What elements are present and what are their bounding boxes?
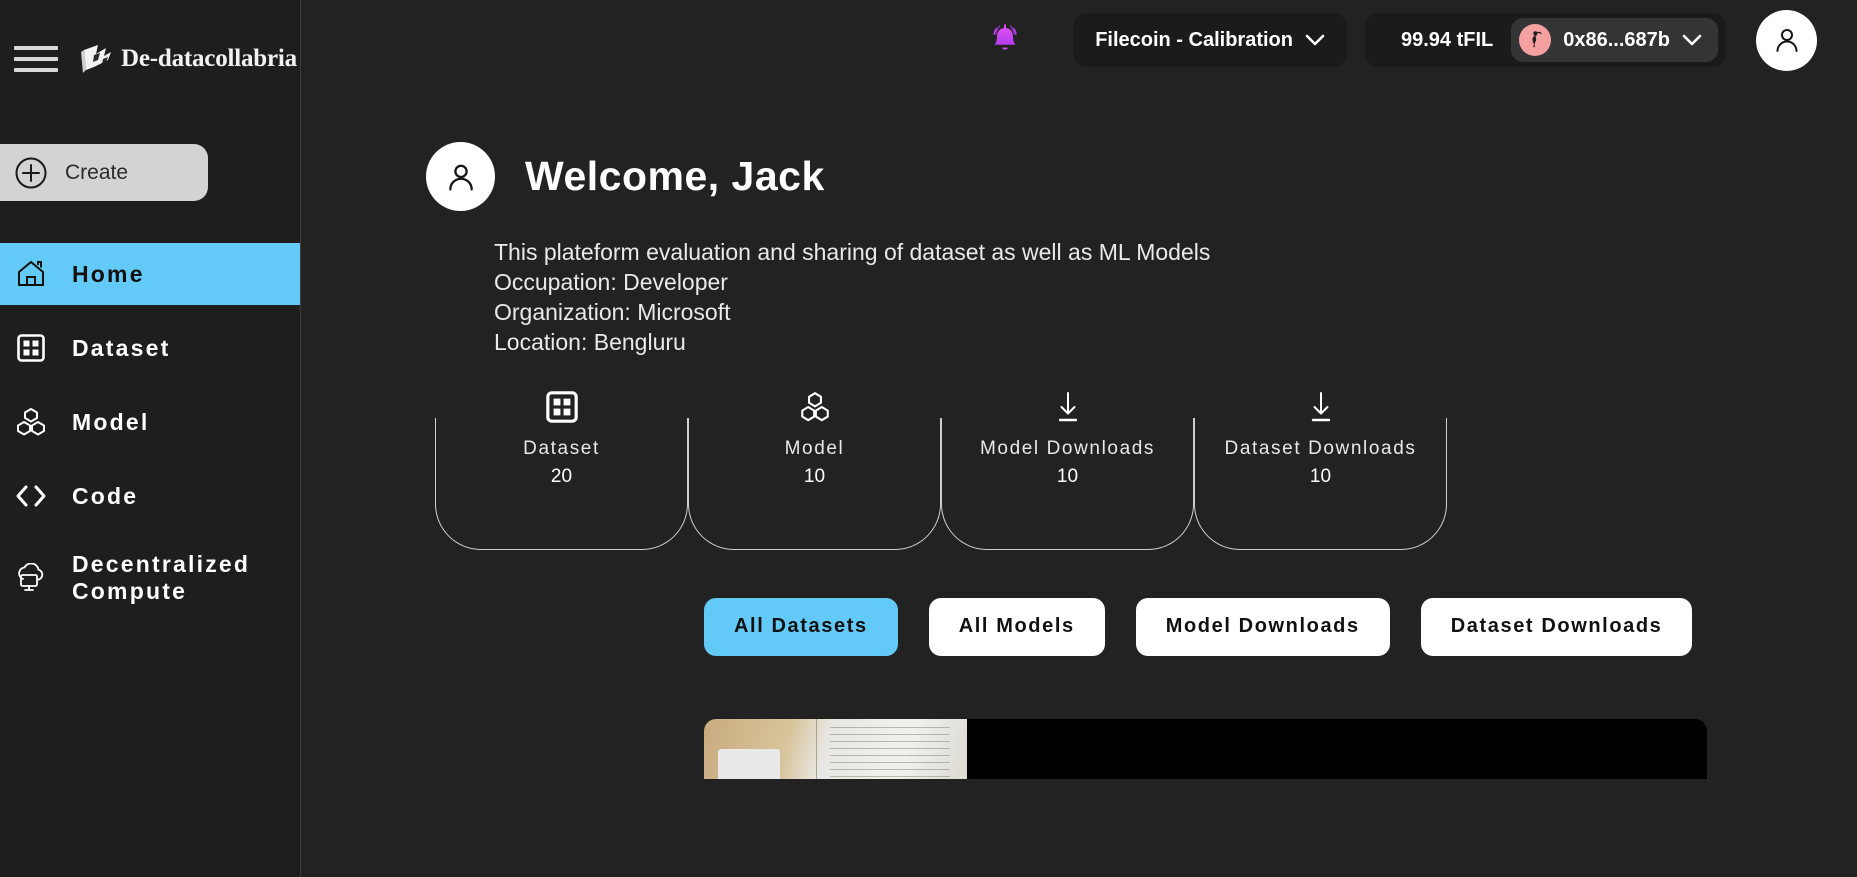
stat-value: 10 bbox=[1309, 465, 1332, 487]
stat-label: Model bbox=[784, 437, 845, 459]
wallet-balance: 99.94 tFIL bbox=[1400, 28, 1494, 51]
stat-label: Dataset Downloads bbox=[1224, 437, 1417, 459]
sidebar-item-model[interactable]: Model bbox=[0, 391, 300, 453]
filter-label: Model Downloads bbox=[1165, 615, 1360, 637]
profile-avatar bbox=[426, 142, 495, 211]
welcome-row: Welcome, Jack bbox=[426, 142, 1857, 211]
profile-line-occupation: Occupation: Developer bbox=[494, 268, 728, 295]
sidebar-item-home[interactable]: Home bbox=[0, 243, 300, 305]
thumbnail-object bbox=[718, 749, 780, 779]
dataset-card-preview[interactable] bbox=[704, 719, 1707, 779]
brand-logo[interactable]: De-datacollabria bbox=[80, 43, 297, 75]
sidebar-item-label: Dataset bbox=[72, 334, 171, 361]
stat-label: Dataset bbox=[523, 437, 600, 459]
app-root: De-datacollabria Create Home Dataset Mod… bbox=[0, 0, 1857, 877]
sidebar-item-decentralized-compute[interactable]: Decentralized Compute bbox=[0, 539, 300, 617]
create-button-label: Create bbox=[65, 160, 129, 184]
grid-icon bbox=[14, 331, 48, 365]
sidebar: De-datacollabria Create Home Dataset Mod… bbox=[0, 0, 301, 877]
stat-value: 10 bbox=[1056, 465, 1079, 487]
bell-icon[interactable] bbox=[985, 19, 1025, 61]
stat-card-dataset[interactable]: Dataset 20 bbox=[435, 390, 688, 550]
topbar: Filecoin - Calibration 99.94 tFIL 0x86..… bbox=[301, 0, 1857, 80]
filter-model-downloads[interactable]: Model Downloads bbox=[1135, 597, 1390, 656]
sidebar-item-label: Model bbox=[72, 408, 150, 435]
plus-circle-icon bbox=[14, 156, 48, 190]
page-title: Welcome, Jack bbox=[525, 153, 825, 199]
profile-line-location: Location: Bengluru bbox=[494, 328, 686, 355]
user-avatar-icon bbox=[443, 159, 479, 195]
sidebar-item-label: Decentralized Compute bbox=[72, 551, 251, 604]
chevron-down-icon bbox=[1305, 34, 1325, 47]
flamingo-icon bbox=[1519, 24, 1552, 56]
account-avatar[interactable] bbox=[1756, 9, 1817, 71]
create-button[interactable]: Create bbox=[0, 144, 208, 201]
network-label: Filecoin - Calibration bbox=[1095, 28, 1293, 51]
stats-row: Dataset 20 Model 10 Model Downloads 10 D… bbox=[435, 390, 1857, 550]
stat-value: 20 bbox=[550, 465, 573, 487]
brand-name: De-datacollabria bbox=[121, 45, 297, 72]
cloud-monitor-icon bbox=[14, 561, 48, 595]
brand-row: De-datacollabria bbox=[0, 0, 300, 118]
filter-all-models[interactable]: All Models bbox=[928, 597, 1105, 656]
filter-all-datasets[interactable]: All Datasets bbox=[704, 597, 898, 656]
filter-dataset-downloads[interactable]: Dataset Downloads bbox=[1420, 597, 1693, 656]
user-avatar-icon bbox=[1771, 24, 1803, 56]
stat-card-model[interactable]: Model 10 bbox=[688, 391, 941, 550]
cubes-icon bbox=[14, 405, 48, 439]
download-icon bbox=[1306, 390, 1336, 424]
sidebar-item-label: Home bbox=[72, 260, 145, 287]
sidebar-item-label: Code bbox=[72, 482, 139, 509]
thumbnail-page-lines bbox=[830, 727, 950, 779]
wallet-address: 0x86...687b bbox=[1563, 28, 1670, 51]
code-brackets-icon bbox=[14, 479, 48, 513]
sidebar-nav: Home Dataset Model Code Decentralized Co… bbox=[0, 243, 300, 617]
flag-logo-icon bbox=[80, 43, 114, 75]
network-selector[interactable]: Filecoin - Calibration bbox=[1073, 13, 1347, 67]
profile-details: This plateform evaluation and sharing of… bbox=[494, 237, 1857, 358]
sidebar-item-dataset[interactable]: Dataset bbox=[0, 317, 300, 379]
sidebar-item-code[interactable]: Code bbox=[0, 465, 300, 527]
filter-label: All Models bbox=[958, 615, 1075, 637]
grid-icon bbox=[545, 390, 579, 424]
cubes-icon bbox=[798, 390, 832, 424]
filter-label: All Datasets bbox=[734, 615, 868, 637]
hamburger-menu-icon[interactable] bbox=[14, 43, 58, 75]
wallet-address-button[interactable]: 0x86...687b bbox=[1511, 18, 1718, 62]
filter-label: Dataset Downloads bbox=[1450, 615, 1663, 637]
profile-line-description: This plateform evaluation and sharing of… bbox=[494, 238, 1211, 265]
stat-value: 10 bbox=[803, 465, 826, 487]
stat-card-model-downloads[interactable]: Model Downloads 10 bbox=[941, 391, 1194, 550]
wallet-group: 99.94 tFIL 0x86...687b bbox=[1364, 13, 1726, 67]
stat-card-dataset-downloads[interactable]: Dataset Downloads 10 bbox=[1194, 391, 1447, 550]
stat-label: Model Downloads bbox=[979, 437, 1156, 459]
filter-button-row: All Datasets All Models Model Downloads … bbox=[704, 597, 1857, 656]
profile-line-organization: Organization: Microsoft bbox=[494, 298, 731, 325]
dataset-thumbnail bbox=[704, 719, 967, 779]
download-icon bbox=[1053, 390, 1083, 424]
home-icon bbox=[14, 257, 48, 291]
chevron-down-icon bbox=[1682, 34, 1702, 47]
main-content: Welcome, Jack This plateform evaluation … bbox=[301, 80, 1857, 877]
